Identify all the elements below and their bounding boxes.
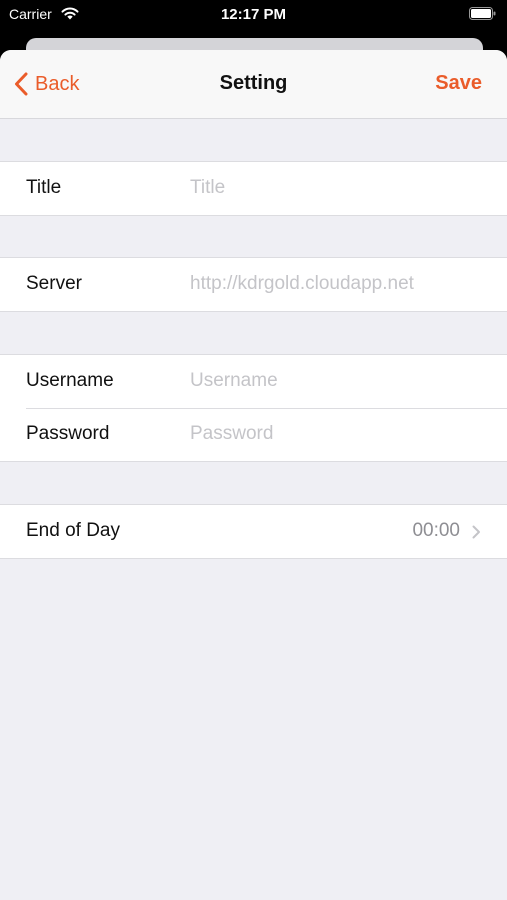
settings-sheet: Back Setting Save Title Server Username … <box>0 50 507 900</box>
username-input[interactable] <box>190 367 490 395</box>
title-input[interactable] <box>190 174 490 202</box>
password-label: Password <box>26 423 110 444</box>
status-bar: Carrier 12:17 PM <box>0 0 507 30</box>
save-button[interactable]: Save <box>435 72 482 95</box>
status-time: 12:17 PM <box>220 6 287 23</box>
password-input[interactable] <box>190 420 490 448</box>
server-row: Server <box>0 258 507 311</box>
end-of-day-label: End of Day <box>26 520 120 541</box>
chevron-right-icon <box>472 525 480 539</box>
credentials-section: Username Password <box>0 354 507 462</box>
username-row: Username <box>0 355 507 408</box>
end-of-day-row[interactable]: End of Day 00:00 <box>0 505 507 558</box>
server-label: Server <box>26 273 82 294</box>
title-label: Title <box>26 177 62 198</box>
navigation-bar: Back Setting Save <box>0 50 507 119</box>
end-of-day-value: 00:00 <box>412 520 460 541</box>
username-label: Username <box>26 370 114 391</box>
title-row: Title <box>0 162 507 215</box>
page-title: Setting <box>219 72 288 94</box>
server-section: Server <box>0 257 507 312</box>
password-row: Password <box>0 408 507 461</box>
title-section: Title <box>0 161 507 216</box>
end-of-day-section: End of Day 00:00 <box>0 504 507 559</box>
battery-icon <box>469 7 496 20</box>
server-input[interactable] <box>190 270 490 298</box>
